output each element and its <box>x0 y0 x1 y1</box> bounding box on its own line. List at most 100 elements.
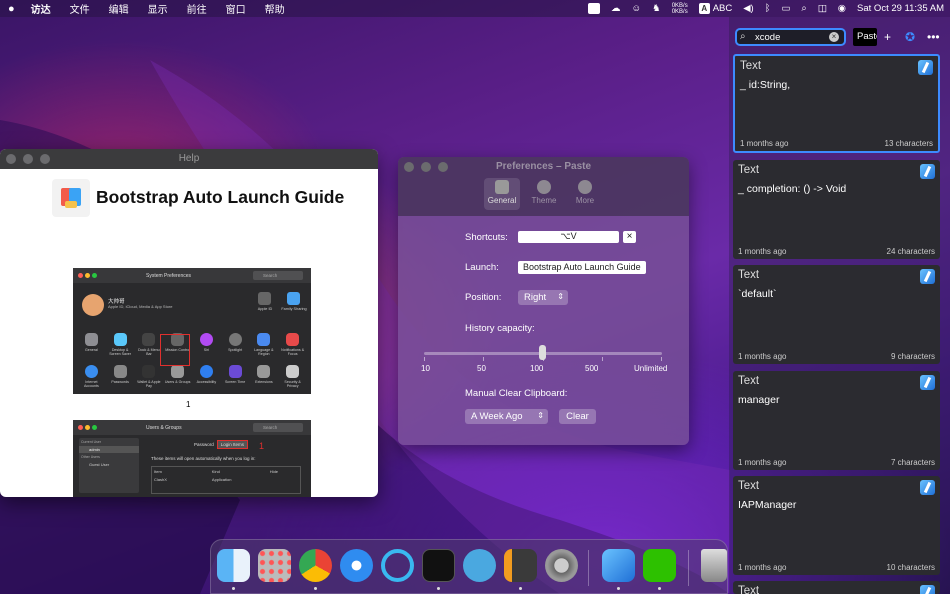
launchpad-icon[interactable] <box>258 549 291 582</box>
input-source-badge: A <box>698 3 710 14</box>
tick-label-100: 100 <box>530 364 544 373</box>
input-source[interactable]: A ABC <box>698 3 732 14</box>
siri-icon[interactable]: ◉ <box>838 3 846 14</box>
manual-clear-label: Manual Clear Clipboard: <box>465 388 568 399</box>
clip-chars: 9 characters <box>890 352 935 361</box>
clip-card[interactable]: Text _ id:String, 1 months ago 13 charac… <box>733 54 940 153</box>
users-groups-highlight <box>160 334 190 366</box>
finder-icon[interactable] <box>217 549 250 582</box>
cat-status-icon[interactable]: ♞ <box>652 3 661 14</box>
wechat-status-icon[interactable]: ☁ <box>611 3 621 14</box>
xcode-icon <box>920 164 935 179</box>
tab-theme[interactable]: Theme <box>526 178 562 210</box>
pref-accessibility: Accessibility <box>193 365 219 388</box>
preferences-toolbar[interactable]: Preferences – Paste General Theme More <box>398 157 689 216</box>
sublime-icon[interactable] <box>504 549 537 582</box>
launch-guide-button[interactable]: Bootstrap Auto Launch Guide <box>518 261 646 274</box>
users-groups-screenshot: Users & Groups Search Current User admin… <box>73 420 311 497</box>
clip-age: 1 months ago <box>738 458 787 467</box>
clock[interactable]: Sat Oct 29 11:35 AM <box>857 3 944 14</box>
shortcuts-label: Shortcuts: <box>465 232 508 243</box>
clip-card[interactable]: Text <box>733 581 940 594</box>
menu-view[interactable]: 显示 <box>148 1 168 16</box>
xcode-icon[interactable] <box>602 549 635 582</box>
clip-body: _ id:String, <box>740 79 791 91</box>
login-items-text: These items will open automatically when… <box>151 456 256 461</box>
clear-period-select[interactable]: A Week Ago ⇕ <box>465 409 548 424</box>
clip-type: Text <box>738 585 760 594</box>
menu-help[interactable]: 帮助 <box>265 1 285 16</box>
trash-icon[interactable] <box>701 549 727 582</box>
apple-menu-icon[interactable]: ● <box>8 3 15 15</box>
quill-icon[interactable] <box>381 549 414 582</box>
xcode-icon <box>920 269 935 284</box>
menu-edit[interactable]: 编辑 <box>109 1 129 16</box>
status-menus: ☁ ☺ ♞ 0KB/s 0KB/s A ABC ◀) ᛒ ▭ ⌕ ◫ ◉ Sat O… <box>587 0 944 17</box>
position-select[interactable]: Right ⇕ <box>518 290 568 305</box>
clip-type: Text <box>738 164 760 176</box>
shortcut-recorder[interactable]: ⌥V <box>518 231 619 243</box>
menu-finder[interactable]: 访达 <box>31 1 51 16</box>
pinboard-label[interactable]: Paste <box>853 28 877 46</box>
volume-icon[interactable]: ◀) <box>743 3 753 14</box>
spotlight-search-icon[interactable]: ⌕ <box>801 3 806 14</box>
safari-icon[interactable] <box>340 549 373 582</box>
network-speed[interactable]: 0KB/s 0KB/s <box>672 3 688 15</box>
history-slider-knob[interactable] <box>539 345 546 360</box>
menu-file[interactable]: 文件 <box>70 1 90 16</box>
system-preferences-icon[interactable] <box>545 549 578 582</box>
screenshot-search: Search <box>253 423 303 432</box>
clip-type: Text <box>740 60 762 72</box>
clip-type: Text <box>738 269 760 281</box>
family-sharing-icon <box>287 292 300 305</box>
chrome-icon[interactable] <box>299 549 332 582</box>
screenshot-search: Search <box>253 271 303 280</box>
pref-language: Language & Region <box>251 333 277 356</box>
control-center-icon[interactable]: ◫ <box>818 3 827 14</box>
chevron-updown-icon: ⇕ <box>557 292 564 301</box>
tick-label-10: 10 <box>421 364 430 373</box>
help-content[interactable]: Bootstrap Auto Launch Guide System Prefe… <box>0 169 378 497</box>
user-avatar <box>82 294 104 316</box>
search-field[interactable]: ⌕ xcode × <box>735 28 846 46</box>
clear-button[interactable]: Clear <box>559 409 596 424</box>
pref-general: General <box>78 333 104 356</box>
position-label: Position: <box>465 292 502 303</box>
menu-window[interactable]: 窗口 <box>226 1 246 16</box>
prefs-row-2: Internet Accounts Passwords Wallet & App… <box>73 365 311 388</box>
menu-go[interactable]: 前往 <box>187 1 207 16</box>
clip-card[interactable]: Text _ completion: () -> Void 1 months a… <box>733 160 940 259</box>
search-input[interactable]: xcode <box>755 32 780 43</box>
paste-status-icon[interactable] <box>587 3 600 14</box>
user-subtitle: Apple ID, iCloud, Media & App Store <box>108 304 173 309</box>
wechat-icon[interactable] <box>643 549 676 582</box>
clear-shortcut-icon[interactable]: × <box>623 231 636 243</box>
terminal-icon[interactable] <box>422 549 455 582</box>
battery-icon[interactable]: ▭ <box>781 3 790 14</box>
pin-icon[interactable]: ✪ <box>905 30 915 44</box>
family-sharing-label: Family Sharing <box>281 307 307 311</box>
pref-internet-accounts: Internet Accounts <box>78 365 104 388</box>
clip-card[interactable]: Text IAPManager 1 months ago 10 characte… <box>733 476 940 575</box>
clip-card[interactable]: Text manager 1 months ago 7 characters <box>733 371 940 470</box>
users-sidebar: Current User admin Other Users Guest Use… <box>79 438 139 493</box>
help-titlebar[interactable]: Help <box>0 149 378 169</box>
face-status-icon[interactable]: ☺ <box>631 3 641 14</box>
tab-more[interactable]: More <box>567 178 603 210</box>
launch-label: Launch: <box>465 262 499 273</box>
system-preferences-screenshot: System Preferences Search 大帅哥 Apple ID, … <box>73 268 311 394</box>
bluetooth-icon[interactable]: ᛒ <box>765 3 771 14</box>
dock-divider <box>688 550 689 586</box>
clear-search-icon[interactable]: × <box>829 32 839 42</box>
help-window: Help Bootstrap Auto Launch Guide System … <box>0 149 378 497</box>
clip-card[interactable]: Text `default` 1 months ago 9 characters <box>733 265 940 364</box>
tick-label-500: 500 <box>585 364 599 373</box>
markdown-icon[interactable] <box>463 549 496 582</box>
tab-general[interactable]: General <box>484 178 520 210</box>
more-icon[interactable]: ••• <box>927 30 940 44</box>
add-icon[interactable]: + <box>884 30 891 44</box>
clip-age: 1 months ago <box>738 563 787 572</box>
pref-wallet: Wallet & Apple Pay <box>136 365 162 388</box>
pref-security: Security & Privacy <box>280 365 306 388</box>
prefs-row-1: General Desktop & Screen Saver Dock & Me… <box>73 333 311 356</box>
